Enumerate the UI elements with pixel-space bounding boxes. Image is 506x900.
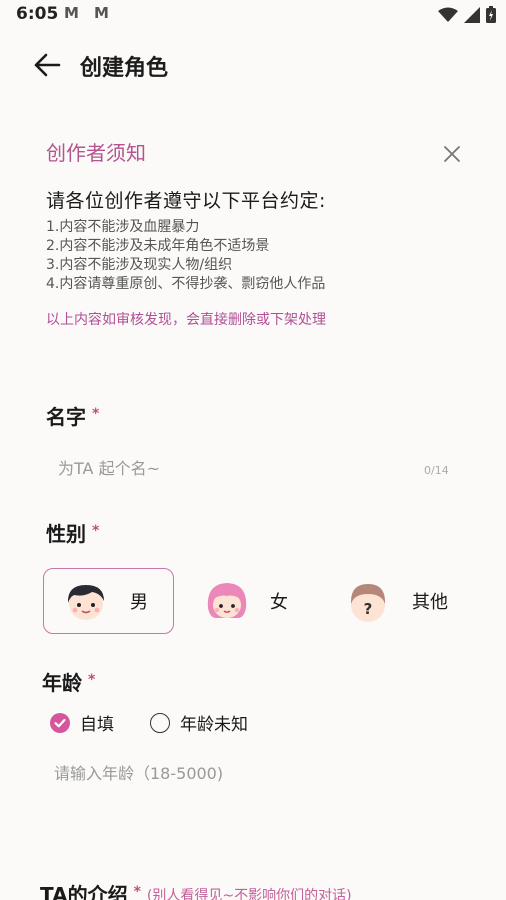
gender-option-male[interactable]: 男 xyxy=(43,568,174,634)
gmail-icon: M xyxy=(64,4,79,22)
gender-option-label: 其他 xyxy=(412,592,448,613)
battery-icon xyxy=(486,6,496,23)
unknown-avatar-icon: ? xyxy=(350,584,386,622)
signal-icon xyxy=(464,6,480,23)
required-mark: * xyxy=(92,406,100,422)
radio-checked-icon xyxy=(50,712,70,733)
notice-warning: 以上内容如审核发现，会直接删除或下架处理 xyxy=(46,312,326,328)
rule-item: 3.内容不能涉及现实人物/组织 xyxy=(46,257,233,273)
rule-item: 2.内容不能涉及未成年角色不适场景 xyxy=(46,238,270,254)
page-title: 创建角色 xyxy=(80,56,169,81)
notice-title: 创作者须知 xyxy=(46,141,146,165)
age-label: 年龄 * xyxy=(42,667,95,696)
rules-list: 1.内容不能涉及血腥暴力 2.内容不能涉及未成年角色不适场景 3.内容不能涉及现… xyxy=(46,218,325,294)
name-char-counter: 0/14 xyxy=(424,464,449,477)
close-icon[interactable] xyxy=(440,142,464,166)
notice-heading: 请各位创作者遵守以下平台约定: xyxy=(46,190,326,212)
intro-label-text: TA的介绍 xyxy=(40,883,128,900)
gender-option-female[interactable]: 女 xyxy=(190,568,310,634)
name-label-text: 名字 xyxy=(46,405,86,429)
rule-item: 1.内容不能涉及血腥暴力 xyxy=(46,219,200,235)
svg-text:?: ? xyxy=(364,600,373,618)
age-label-text: 年龄 xyxy=(42,671,82,695)
radio-label: 自填 xyxy=(80,715,114,735)
female-avatar-icon xyxy=(207,583,247,618)
gender-option-label: 女 xyxy=(270,592,288,613)
age-input[interactable] xyxy=(54,760,434,786)
gender-label: 性别 * xyxy=(46,518,99,547)
gender-option-label: 男 xyxy=(130,592,148,613)
gender-label-text: 性别 xyxy=(46,522,86,546)
intro-label: TA的介绍 * (别人看得见~不影响你们的对话) xyxy=(40,879,352,900)
gmail-icon: M xyxy=(94,4,109,22)
required-mark: * xyxy=(133,884,141,900)
radio-label: 年龄未知 xyxy=(180,715,248,735)
back-arrow-icon[interactable] xyxy=(32,50,62,80)
required-mark: * xyxy=(88,672,96,688)
required-mark: * xyxy=(92,523,100,539)
name-label: 名字 * xyxy=(46,401,99,430)
status-icons xyxy=(438,6,496,23)
age-radio-custom[interactable]: 自填 xyxy=(50,710,114,735)
male-avatar-icon xyxy=(67,585,104,620)
gender-option-other[interactable]: ? 其他 xyxy=(334,568,464,634)
radio-unchecked-icon xyxy=(150,712,170,733)
age-radio-unknown[interactable]: 年龄未知 xyxy=(150,710,248,735)
rule-item: 4.内容请尊重原创、不得抄袭、剽窃他人作品 xyxy=(46,276,326,292)
status-time: 6:05 xyxy=(16,4,59,24)
name-input[interactable] xyxy=(58,456,418,480)
intro-hint: (别人看得见~不影响你们的对话) xyxy=(146,888,352,900)
wifi-icon xyxy=(438,7,458,22)
